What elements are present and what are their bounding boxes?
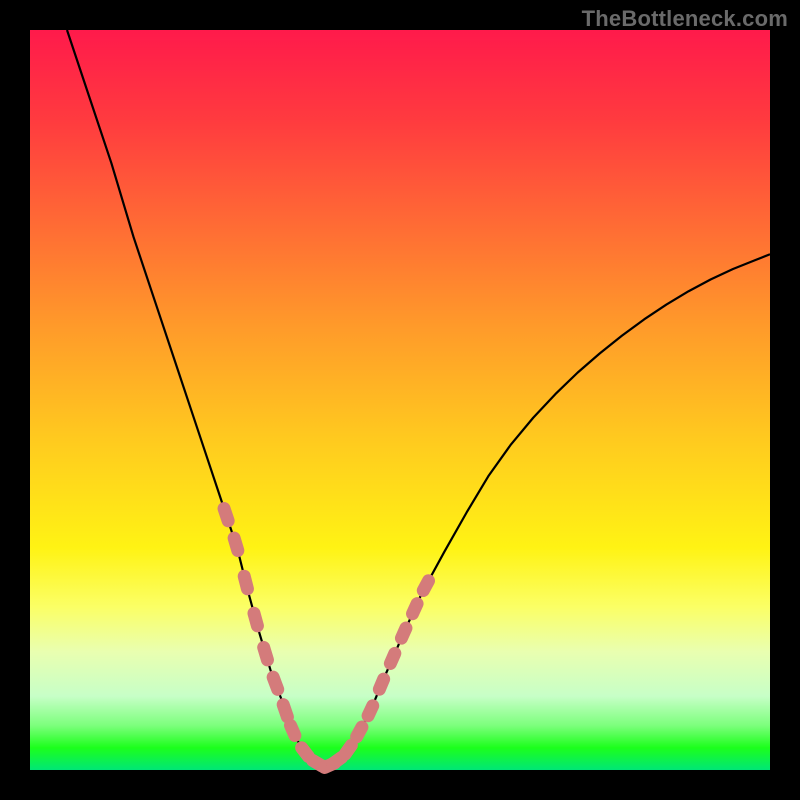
curve-marker: [226, 530, 246, 559]
marker-group: [216, 500, 437, 776]
chart-frame: TheBottleneck.com: [0, 0, 800, 800]
bottleneck-curve: [67, 30, 770, 767]
curve-marker: [404, 595, 426, 622]
curve-marker: [359, 697, 381, 724]
curve-marker: [265, 669, 286, 698]
curve-marker: [371, 671, 392, 698]
curve-marker: [382, 645, 404, 672]
curve-marker: [236, 568, 255, 596]
curve-marker: [216, 500, 237, 529]
watermark-label: TheBottleneck.com: [582, 6, 788, 32]
plot-area: [30, 30, 770, 770]
curve-svg: [30, 30, 770, 770]
curve-marker: [256, 639, 276, 668]
curve-marker: [414, 572, 437, 599]
curve-marker: [246, 605, 265, 634]
curve-marker: [393, 619, 415, 646]
